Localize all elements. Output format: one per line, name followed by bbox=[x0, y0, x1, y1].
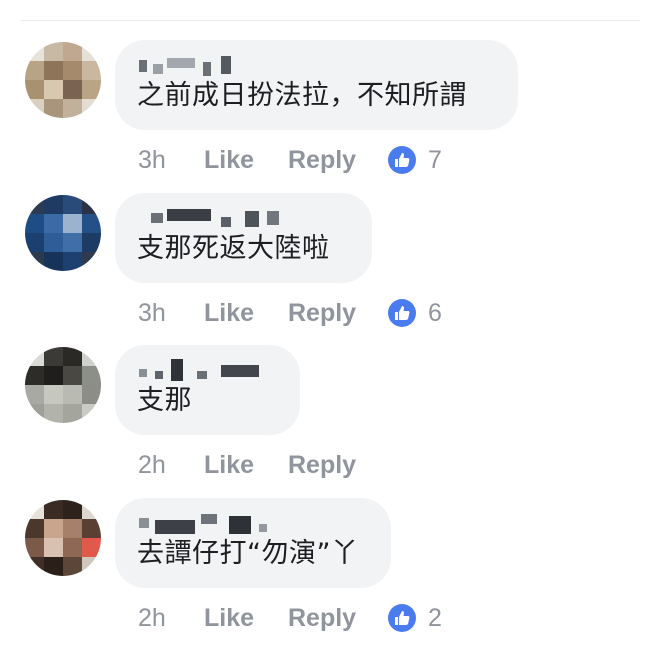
avatar[interactable] bbox=[25, 347, 101, 423]
thumbs-up-icon bbox=[388, 299, 416, 327]
reply-button[interactable]: Reply bbox=[288, 297, 356, 329]
comment-text: 支那 bbox=[137, 385, 192, 416]
commenter-name-redacted[interactable] bbox=[137, 54, 494, 78]
reaction-count-value: 7 bbox=[428, 146, 442, 174]
comment-timestamp[interactable]: 2h bbox=[138, 449, 166, 481]
reaction-count-value: 2 bbox=[428, 604, 442, 632]
avatar[interactable] bbox=[25, 195, 101, 271]
like-button[interactable]: Like bbox=[204, 449, 254, 481]
comment-bubble: 支那 bbox=[115, 345, 300, 435]
divider bbox=[20, 20, 640, 21]
avatar[interactable] bbox=[25, 500, 101, 576]
comment-bubble: 去譚仔打“勿演”丫 bbox=[115, 498, 391, 588]
commenter-name-redacted[interactable] bbox=[137, 512, 367, 536]
reply-button[interactable]: Reply bbox=[288, 602, 356, 634]
reply-button[interactable]: Reply bbox=[288, 449, 356, 481]
like-button[interactable]: Like bbox=[204, 602, 254, 634]
reaction-count-value: 6 bbox=[428, 299, 442, 327]
avatar[interactable] bbox=[25, 42, 101, 118]
like-button[interactable]: Like bbox=[204, 297, 254, 329]
thumbs-up-icon bbox=[388, 604, 416, 632]
thumbs-up-icon bbox=[388, 146, 416, 174]
commenter-name-redacted[interactable] bbox=[137, 207, 348, 231]
commenter-name-redacted[interactable] bbox=[137, 359, 276, 383]
comment-bubble: 之前成日扮法拉，不知所謂 bbox=[115, 40, 518, 130]
comment-timestamp[interactable]: 2h bbox=[138, 602, 166, 634]
like-button[interactable]: Like bbox=[204, 144, 254, 176]
comment-text: 去譚仔打“勿演”丫 bbox=[137, 538, 359, 569]
reply-button[interactable]: Reply bbox=[288, 144, 356, 176]
comment-timestamp[interactable]: 3h bbox=[138, 144, 166, 176]
comment-bubble: 支那死返大陸啦 bbox=[115, 193, 372, 283]
comment-timestamp[interactable]: 3h bbox=[138, 297, 166, 329]
comment-text: 之前成日扮法拉，不知所謂 bbox=[137, 80, 467, 111]
comment-text: 支那死返大陸啦 bbox=[137, 233, 330, 264]
